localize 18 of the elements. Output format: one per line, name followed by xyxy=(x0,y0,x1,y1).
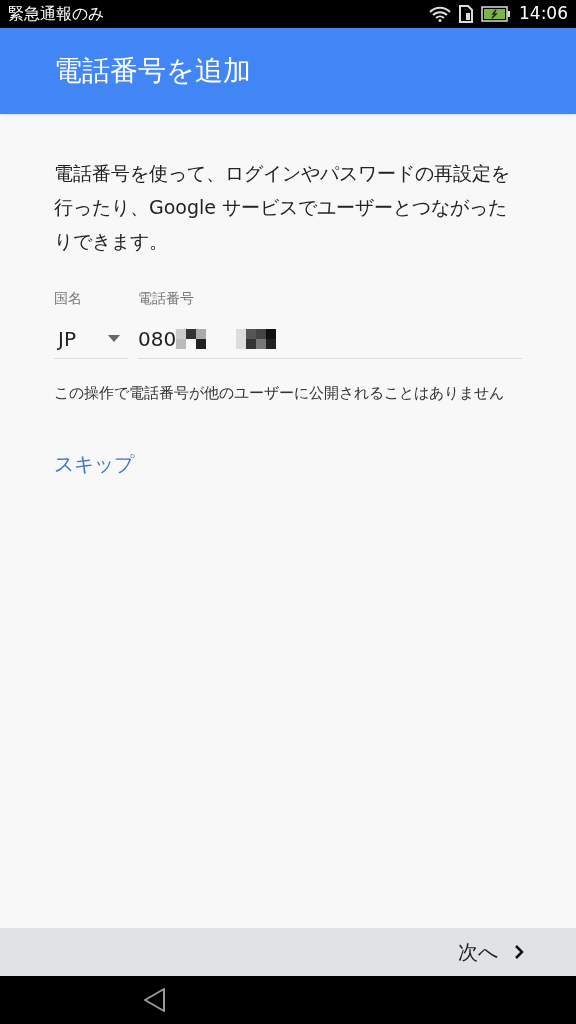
chevron-right-icon xyxy=(514,944,524,960)
phone-label: 電話番号 xyxy=(138,289,195,308)
wifi-icon xyxy=(429,6,451,22)
skip-link[interactable]: スキップ xyxy=(54,449,134,479)
battery-charging-icon xyxy=(481,6,511,22)
clock-text: 14:06 xyxy=(519,2,568,26)
intro-text: 電話番号を使って、ログインやパスワードの再設定を行ったり、Google サービスでユーザーとつながったりできます。 xyxy=(54,161,511,254)
privacy-note: この操作で電話番号が他のユーザーに公開されることはありません xyxy=(54,383,505,404)
next-button[interactable]: 次へ xyxy=(458,937,524,967)
country-label: 国名 xyxy=(54,289,83,308)
country-dropdown[interactable]: JP xyxy=(54,319,128,359)
dropdown-arrow-icon xyxy=(108,335,120,342)
back-icon[interactable] xyxy=(143,987,167,1013)
phone-number-field[interactable]: 080 xyxy=(138,319,522,359)
phone-number-value: 080 xyxy=(138,325,177,353)
page-title: 電話番号を追加 xyxy=(54,53,251,89)
carrier-text: 緊急通報のみ xyxy=(8,3,104,25)
sim-card-icon xyxy=(459,5,473,23)
